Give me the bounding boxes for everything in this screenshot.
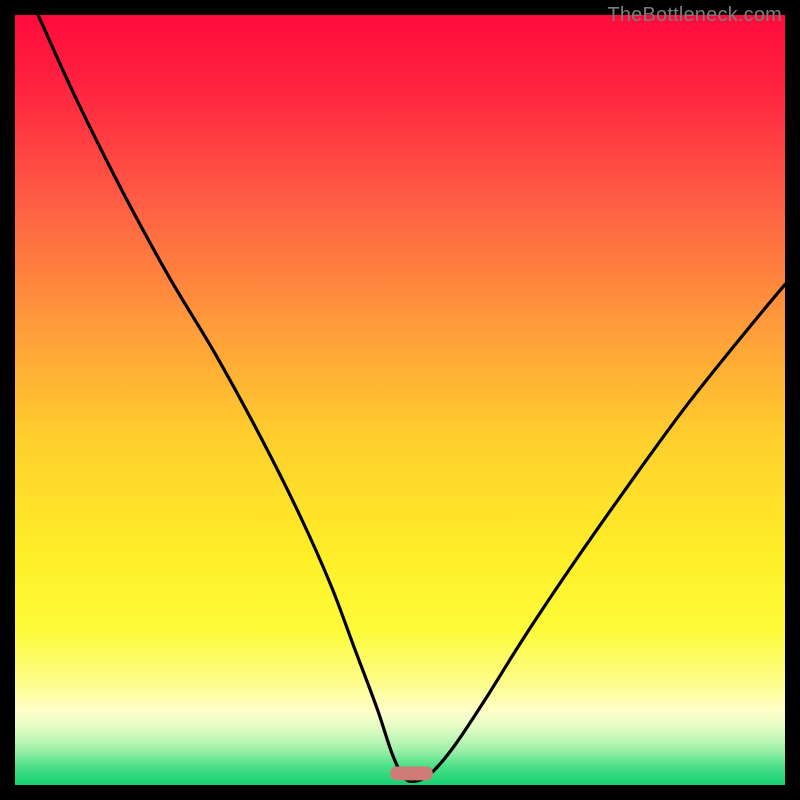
watermark-text: TheBottleneck.com [607,4,782,27]
optimum-marker [390,767,432,781]
gradient-background [15,15,785,785]
bottleneck-plot [15,15,785,785]
chart-frame [15,15,785,785]
